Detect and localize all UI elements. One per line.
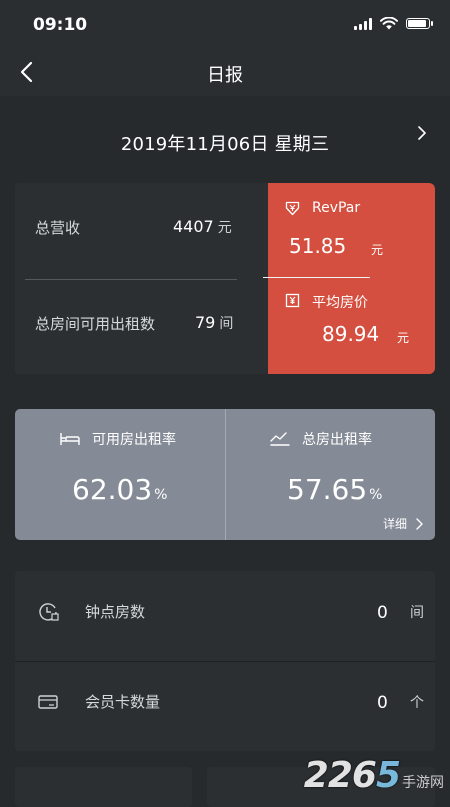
- divider: [263, 277, 370, 278]
- available-rooms-label: 总房间可用出租数: [35, 315, 156, 333]
- revpar-value: 51.85: [289, 234, 347, 258]
- status-icons: [354, 17, 433, 30]
- total-rate-header: 总房出租率: [270, 429, 372, 449]
- chevron-right-icon[interactable]: [416, 126, 428, 140]
- cellular-signal-icon: [354, 17, 372, 30]
- available-rate-label: 可用房出租率: [92, 432, 176, 448]
- total-rate-label: 总房出租率: [302, 432, 372, 448]
- hourly-rooms-label: 钟点房数: [85, 603, 146, 621]
- member-cards-label: 会员卡数量: [85, 693, 161, 711]
- average-price-value: 89.94: [322, 322, 380, 346]
- battery-icon: [406, 18, 433, 29]
- watermark-text: 手游网: [402, 775, 444, 791]
- total-revenue-label: 总营收: [35, 219, 81, 237]
- list-item-member-cards: 会员卡数量 0 个: [15, 661, 435, 751]
- occupancy-rate-card: 可用房出租率 62.03% 总房出租率 57.65% 详细: [15, 409, 435, 540]
- average-price-unit: 元: [397, 331, 410, 345]
- available-rate-value: 62.03%: [72, 473, 168, 506]
- bed-icon: [60, 433, 80, 445]
- report-date: 2019年11月06日 星期三: [120, 134, 330, 155]
- available-rooms-value: 79 间: [195, 313, 234, 332]
- revenue-summary-card: 总营收 4407 元 总房间可用出租数 79 间: [15, 183, 268, 374]
- card-icon: [38, 695, 58, 709]
- average-price-label: 平均房价: [312, 295, 368, 311]
- date-selector[interactable]: 2019年11月06日 星期三: [0, 96, 450, 182]
- details-label: 详细: [382, 517, 407, 531]
- price-tag-icon: [285, 293, 300, 308]
- page-title: 日报: [207, 65, 243, 86]
- revpar-unit: 元: [371, 243, 384, 257]
- stats-list: 钟点房数 0 间 会员卡数量 0 个: [15, 571, 435, 751]
- down-arrow-yen-icon: [285, 201, 300, 216]
- status-time: 09:10: [33, 15, 88, 35]
- wifi-icon: [380, 17, 398, 30]
- divider: [25, 279, 237, 280]
- chevron-right-icon: [416, 517, 423, 530]
- total-rate-value: 57.65%: [287, 473, 383, 506]
- member-cards-unit: 个: [410, 695, 424, 711]
- watermark-number: 2265: [303, 755, 401, 796]
- details-link[interactable]: 详细: [383, 515, 423, 532]
- divider: [225, 409, 226, 540]
- revpar-label: RevPar: [312, 200, 361, 216]
- watermark-logo: 2265 手游网: [304, 755, 444, 796]
- trend-chart-icon: [270, 432, 290, 446]
- status-bar: 09:10: [0, 0, 450, 48]
- revpar-card: RevPar 51.85 元 平均房价 89.94 元: [268, 183, 435, 374]
- available-rate-header: 可用房出租率: [60, 429, 176, 449]
- hourly-rooms-unit: 间: [410, 605, 424, 621]
- bottom-card: [15, 767, 192, 807]
- member-cards-value: 0: [377, 693, 388, 713]
- list-item-hourly-rooms: 钟点房数 0 间: [15, 571, 435, 662]
- clock-icon: [39, 603, 59, 621]
- total-revenue-value: 4407 元: [173, 217, 232, 236]
- hourly-rooms-value: 0: [377, 603, 388, 623]
- nav-bar: 日报: [0, 48, 450, 97]
